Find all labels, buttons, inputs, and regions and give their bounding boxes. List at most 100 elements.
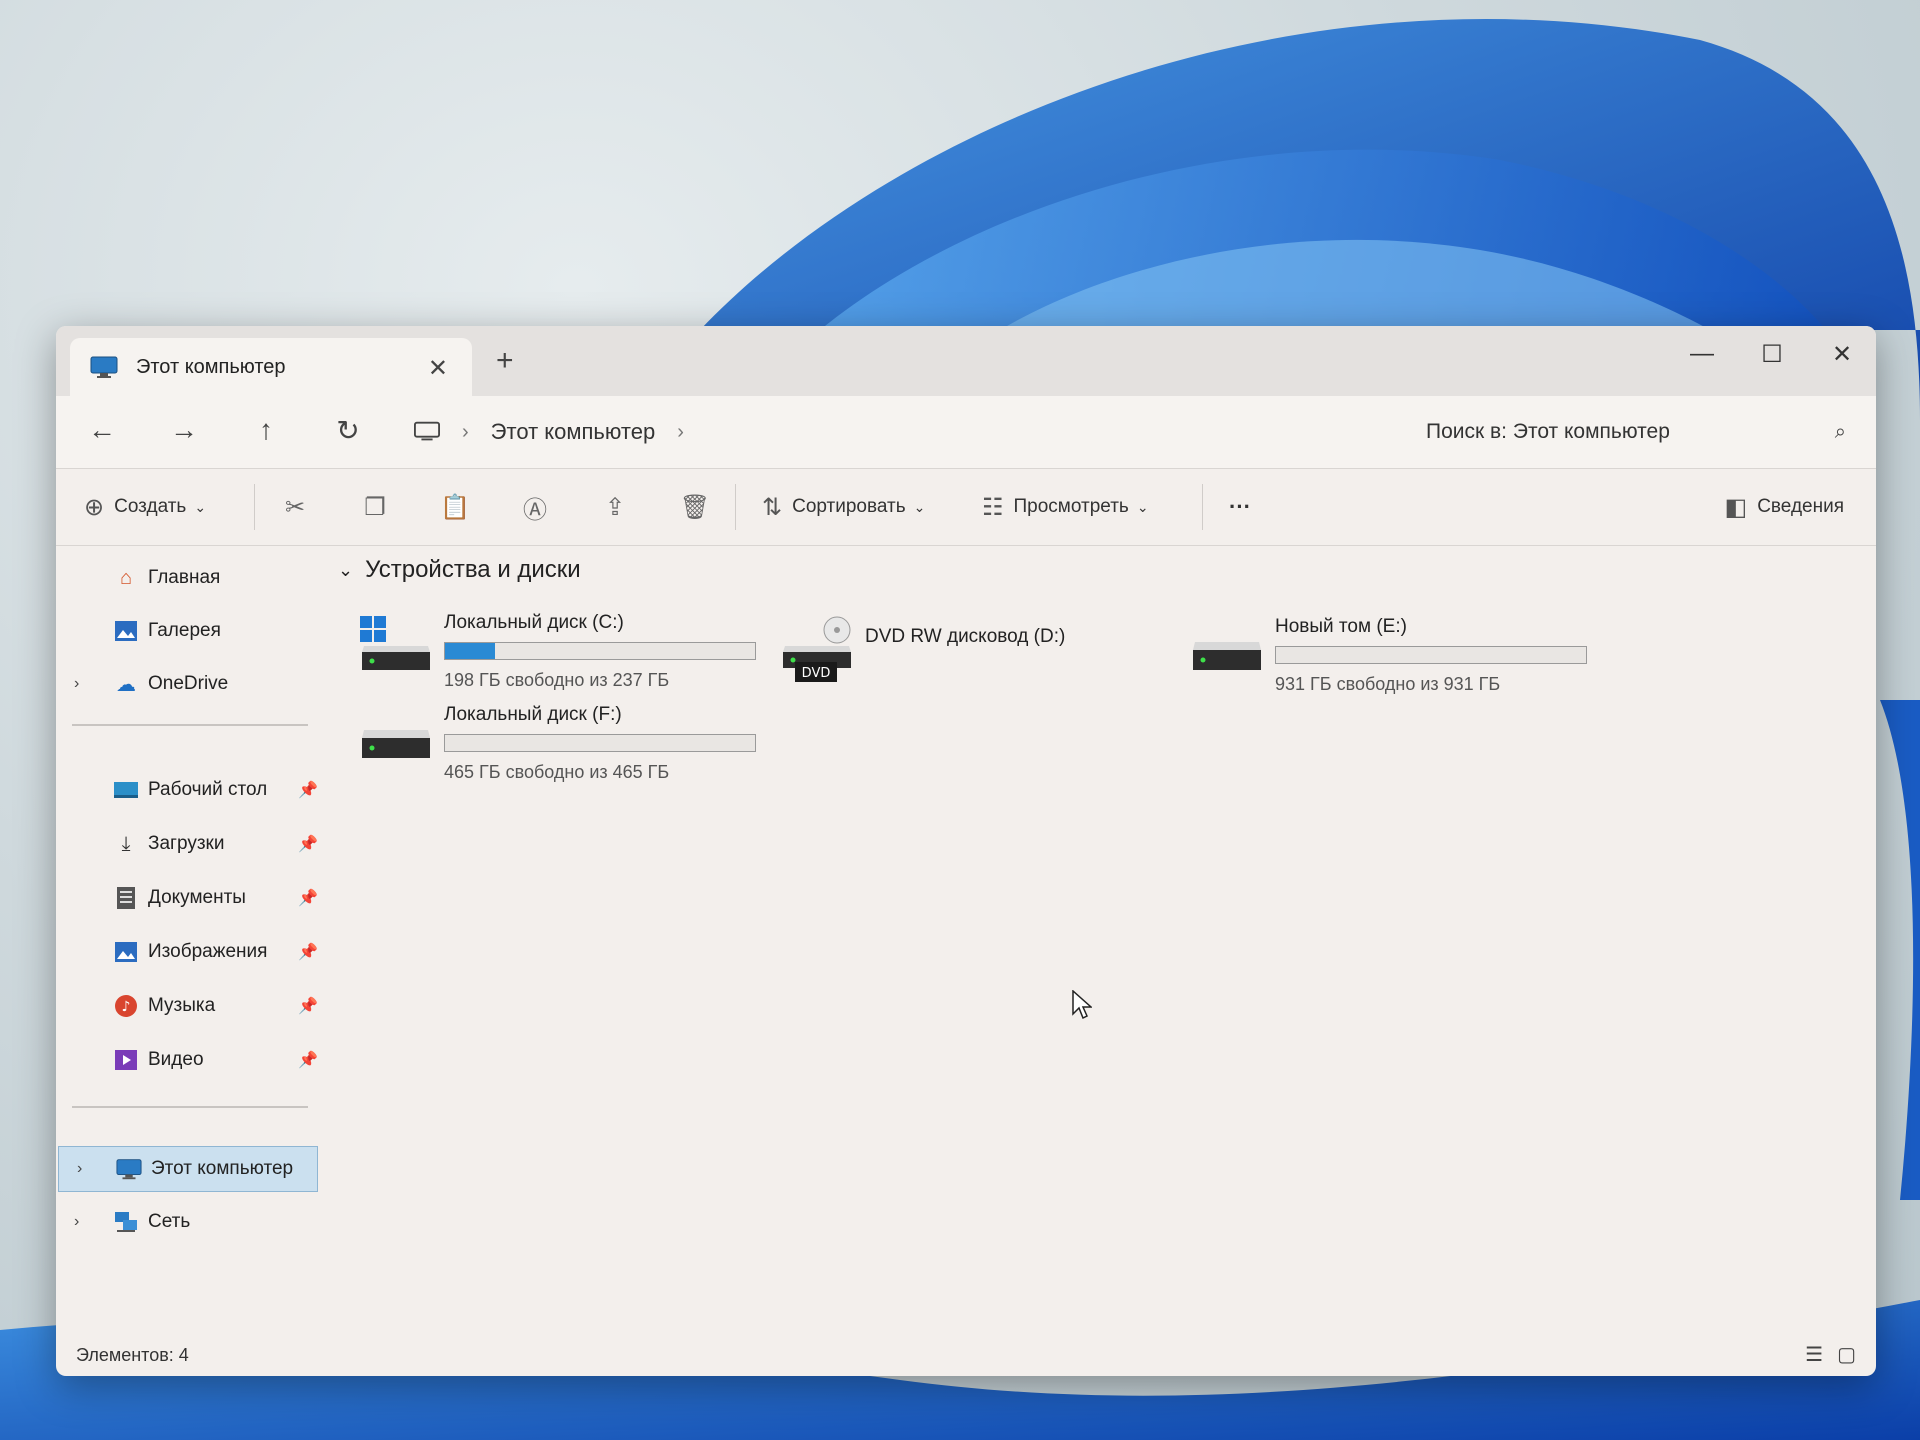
new-tab-button[interactable]: +	[496, 344, 514, 378]
sidebar-item-desktop[interactable]: Рабочий стол 📌	[56, 768, 326, 812]
details-button[interactable]: ◧ Сведения	[1725, 493, 1845, 522]
breadcrumb-this-pc[interactable]: Этот компьютер	[491, 419, 656, 445]
sidebar-item-music[interactable]: ♪ Музыка 📌	[56, 984, 326, 1028]
drive-name: Локальный диск (F:)	[444, 704, 622, 725]
sidebar-item-onedrive[interactable]: › ☁ OneDrive	[56, 662, 326, 706]
more-options-button[interactable]: ···	[1229, 494, 1251, 520]
sidebar-item-documents[interactable]: Документы 📌	[56, 876, 326, 920]
sidebar-item-network[interactable]: › Сеть	[56, 1200, 326, 1244]
video-icon	[112, 1046, 140, 1074]
sidebar-item-label: Сеть	[148, 1211, 191, 1232]
divider	[1202, 484, 1203, 530]
delete-icon[interactable]: 🗑	[655, 493, 735, 522]
drive-usage-bar	[444, 642, 756, 660]
drive-e[interactable]: Новый том (E:) 931 ГБ свободно из 931 ГБ	[1191, 616, 1611, 696]
sidebar-separator	[72, 1106, 308, 1108]
desktop-icon	[112, 776, 140, 804]
refresh-button[interactable]: ↻	[328, 414, 368, 447]
minimize-button[interactable]: —	[1682, 340, 1722, 368]
dvd-label: DVD	[802, 666, 831, 681]
drive-space-info: 931 ГБ свободно из 931 ГБ	[1275, 674, 1501, 694]
gallery-icon	[112, 617, 140, 645]
view-label: Просмотреть	[1013, 496, 1129, 517]
close-tab-icon[interactable]: ✕	[428, 354, 448, 383]
hard-drive-icon	[362, 730, 430, 758]
sidebar-item-label: OneDrive	[148, 673, 229, 694]
documents-icon	[112, 884, 140, 912]
sort-button[interactable]: ⇅ Сортировать ⌄	[762, 493, 982, 522]
plus-circle-icon: ⊕	[84, 493, 105, 521]
sidebar-item-home[interactable]: ⌂ Главная	[56, 556, 326, 600]
download-icon: ⤓	[121, 832, 131, 855]
file-explorer-window: Этот компьютер ✕ + — ☐ ✕ ← → ↑ ↻ › Этот …	[56, 326, 1876, 1376]
chevron-right-icon[interactable]: ›	[77, 1160, 82, 1178]
pin-icon[interactable]: 📌	[298, 1050, 318, 1070]
sidebar-item-label: Документы	[148, 887, 246, 908]
rename-icon[interactable]: Ⓐ	[495, 490, 575, 525]
back-button[interactable]: ←	[82, 414, 122, 446]
pin-icon[interactable]: 📌	[298, 888, 318, 908]
status-bar: Элементов: 4 ☰ ▢	[56, 1334, 1876, 1376]
home-icon: ⌂	[119, 566, 133, 589]
search-input[interactable]: Поиск в: Этот компьютер	[1416, 420, 1835, 444]
pin-icon[interactable]: 📌	[298, 996, 318, 1016]
chevron-right-icon[interactable]: ›	[74, 675, 79, 693]
drive-d[interactable]: DVD DVD RW дисковод (D:)	[781, 612, 1181, 692]
drive-c[interactable]: Локальный диск (C:) 198 ГБ свободно из 2…	[360, 612, 780, 692]
details-label: Сведения	[1757, 496, 1844, 517]
sidebar-item-video[interactable]: Видео 📌	[56, 1038, 326, 1082]
navigation-pane: ⌂ Главная Галерея › ☁ OneDrive Рабочий с…	[56, 546, 326, 1326]
create-label: Создать	[114, 496, 187, 517]
cut-icon[interactable]: ✂	[255, 493, 335, 522]
chevron-down-icon[interactable]: ⌄	[338, 560, 353, 581]
view-button[interactable]: ☷ Просмотреть ⌄	[982, 493, 1202, 522]
windows-drive-icon	[360, 616, 430, 670]
group-header[interactable]: ⌄ Устройства и диски	[338, 556, 581, 584]
svg-text:♪: ♪	[122, 999, 131, 1015]
search-box[interactable]: Поиск в: Этот компьютер ⌕	[1416, 410, 1846, 454]
address-bar[interactable]: › Этот компьютер ›	[414, 410, 706, 454]
drive-f[interactable]: Локальный диск (F:) 465 ГБ свободно из 4…	[360, 704, 780, 784]
sidebar-item-label: Изображения	[148, 941, 268, 962]
maximize-button[interactable]: ☐	[1752, 340, 1792, 369]
sort-icon: ⇅	[762, 493, 783, 521]
tab-title: Этот компьютер	[136, 355, 286, 378]
sidebar-item-label: Видео	[148, 1049, 204, 1070]
sidebar-item-this-pc[interactable]: › Этот компьютер	[58, 1146, 318, 1192]
hard-drive-icon	[1193, 642, 1261, 670]
drive-name: Локальный диск (C:)	[444, 612, 624, 633]
drive-usage-bar	[1275, 646, 1587, 664]
content-pane: ⌄ Устройства и диски Локальный диск (C:)…	[326, 546, 1876, 1326]
pin-icon[interactable]: 📌	[298, 942, 318, 962]
drive-space-info: 198 ГБ свободно из 237 ГБ	[444, 670, 670, 690]
close-window-button[interactable]: ✕	[1822, 340, 1862, 369]
chevron-right-icon[interactable]: ›	[677, 421, 684, 444]
up-button[interactable]: ↑	[246, 414, 286, 446]
sidebar-item-gallery[interactable]: Галерея	[56, 609, 326, 653]
chevron-right-icon[interactable]: ›	[74, 1213, 79, 1231]
sidebar-item-downloads[interactable]: ⤓ Загрузки 📌	[56, 822, 326, 866]
share-icon[interactable]: ⇪	[575, 493, 655, 522]
drive-space-info: 465 ГБ свободно из 465 ГБ	[444, 762, 670, 782]
sidebar-item-pictures[interactable]: Изображения 📌	[56, 930, 326, 974]
create-button[interactable]: ⊕ Создать ⌄	[84, 493, 254, 522]
paste-icon[interactable]: 📋	[415, 493, 495, 522]
pin-icon[interactable]: 📌	[298, 834, 318, 854]
search-icon[interactable]: ⌕	[1835, 421, 1846, 444]
details-view-icon[interactable]: ☰	[1805, 1342, 1823, 1367]
music-icon: ♪	[112, 992, 140, 1020]
copy-icon[interactable]: ❐	[335, 493, 415, 522]
tab-this-pc[interactable]: Этот компьютер ✕	[70, 338, 472, 396]
tiles-view-icon[interactable]: ▢	[1837, 1342, 1856, 1367]
monitor-icon	[414, 421, 440, 441]
forward-button[interactable]: →	[164, 414, 204, 446]
sidebar-item-label: Рабочий стол	[148, 779, 268, 800]
view-list-icon: ☷	[982, 493, 1004, 521]
pin-icon[interactable]: 📌	[298, 780, 318, 800]
divider	[735, 484, 736, 530]
dvd-drive-icon: DVD	[783, 616, 851, 682]
details-pane-icon: ◧	[1724, 493, 1748, 521]
sidebar-item-label: Этот компьютер	[151, 1158, 294, 1179]
chevron-down-icon: ⌄	[913, 498, 926, 515]
network-icon	[112, 1208, 140, 1236]
